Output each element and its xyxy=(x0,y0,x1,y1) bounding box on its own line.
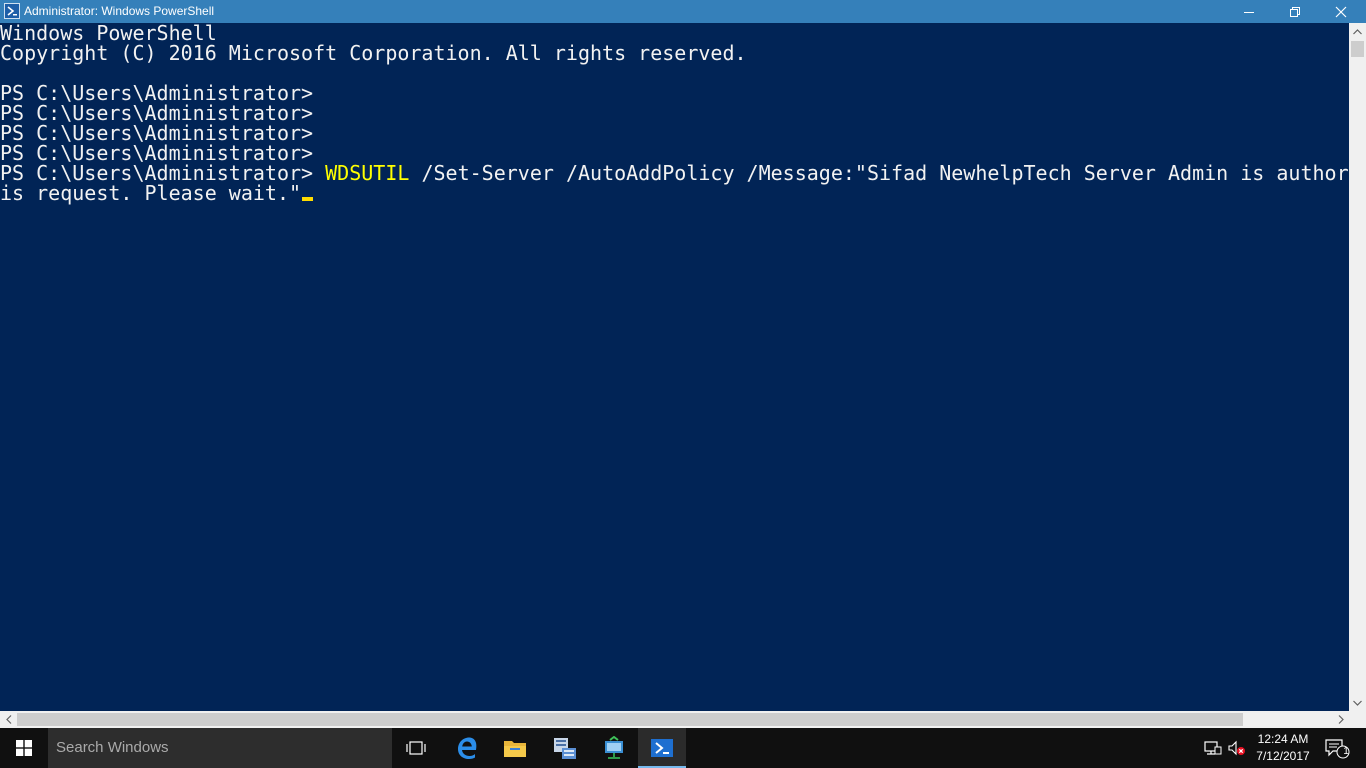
window-title: Administrator: Windows PowerShell xyxy=(24,4,215,18)
network-icon xyxy=(605,736,623,759)
start-button[interactable] xyxy=(0,728,48,768)
close-button[interactable] xyxy=(1318,0,1364,23)
clock-date: 7/12/2017 xyxy=(1256,749,1310,763)
network-app-button[interactable] xyxy=(590,728,638,768)
search-placeholder: Search Windows xyxy=(56,739,169,756)
scroll-right-button[interactable] xyxy=(1332,711,1349,728)
horizontal-scrollbar[interactable] xyxy=(0,711,1349,728)
horizontal-scroll-thumb[interactable] xyxy=(17,713,1243,726)
chevron-right-icon xyxy=(1338,715,1344,724)
server-manager-icon xyxy=(554,738,576,759)
file-explorer-icon xyxy=(504,741,526,757)
powershell-icon xyxy=(4,3,20,19)
volume-tray-button[interactable] xyxy=(1226,728,1248,768)
text-cursor xyxy=(302,197,314,201)
restore-icon xyxy=(1290,6,1300,17)
console-line: Windows PowerShell xyxy=(0,23,217,45)
minimize-button[interactable] xyxy=(1226,0,1272,23)
console-line: Copyright (C) 2016 Microsoft Corporation… xyxy=(0,41,747,65)
minimize-icon xyxy=(1244,11,1254,13)
windows-logo-icon xyxy=(16,740,32,756)
console-line: PS C:\Users\Administrator> xyxy=(0,81,314,105)
edge-button[interactable] xyxy=(443,728,491,768)
scroll-left-button[interactable] xyxy=(0,711,17,728)
file-explorer-button[interactable] xyxy=(491,728,539,768)
taskbar: Search Windows 12:24 AM 7/12/2017 1 xyxy=(0,728,1366,768)
clock-time: 12:24 AM xyxy=(1257,732,1309,746)
action-center-button[interactable]: 1 xyxy=(1320,728,1354,768)
console-input-line: PS C:\Users\Administrator> WDSUTIL /Set-… xyxy=(0,163,1349,183)
scrollbar-corner xyxy=(1349,711,1366,728)
close-icon xyxy=(1335,6,1347,17)
console-line: PS C:\Users\Administrator> xyxy=(0,101,314,125)
vertical-scroll-thumb[interactable] xyxy=(1351,41,1364,57)
edge-icon xyxy=(458,737,477,759)
notification-count: 1 xyxy=(1343,746,1349,757)
search-box[interactable]: Search Windows xyxy=(48,728,392,768)
task-view-button[interactable] xyxy=(392,728,440,768)
network-status-icon xyxy=(1204,741,1222,755)
chevron-down-icon xyxy=(1353,700,1362,706)
console-line: PS C:\Users\Administrator> xyxy=(0,141,314,165)
command-args-wrap: is request. Please wait." xyxy=(0,181,302,205)
clock[interactable]: 12:24 AM 7/12/2017 xyxy=(1250,731,1316,765)
console-output[interactable]: Windows PowerShell Copyright (C) 2016 Mi… xyxy=(0,23,1349,711)
volume-muted-icon xyxy=(1228,740,1245,756)
command-name: WDSUTIL xyxy=(325,161,410,185)
task-view-icon xyxy=(406,741,426,755)
scroll-up-button[interactable] xyxy=(1349,23,1366,40)
network-tray-button[interactable] xyxy=(1202,728,1224,768)
console-line: PS C:\Users\Administrator> xyxy=(0,121,314,145)
restore-button[interactable] xyxy=(1272,0,1318,23)
powershell-taskbar-button[interactable] xyxy=(638,728,686,768)
vertical-scrollbar[interactable] xyxy=(1349,23,1366,711)
command-args: /Set-Server /AutoAddPolicy /Message:"Sif… xyxy=(409,161,1349,185)
chevron-left-icon xyxy=(5,715,11,724)
powershell-icon xyxy=(651,739,673,757)
chevron-up-icon xyxy=(1353,28,1362,34)
scroll-down-button[interactable] xyxy=(1349,694,1366,711)
title-bar[interactable]: Administrator: Windows PowerShell xyxy=(0,0,1366,23)
server-manager-button[interactable] xyxy=(541,728,589,768)
console-input-wrap: is request. Please wait." xyxy=(0,181,314,205)
